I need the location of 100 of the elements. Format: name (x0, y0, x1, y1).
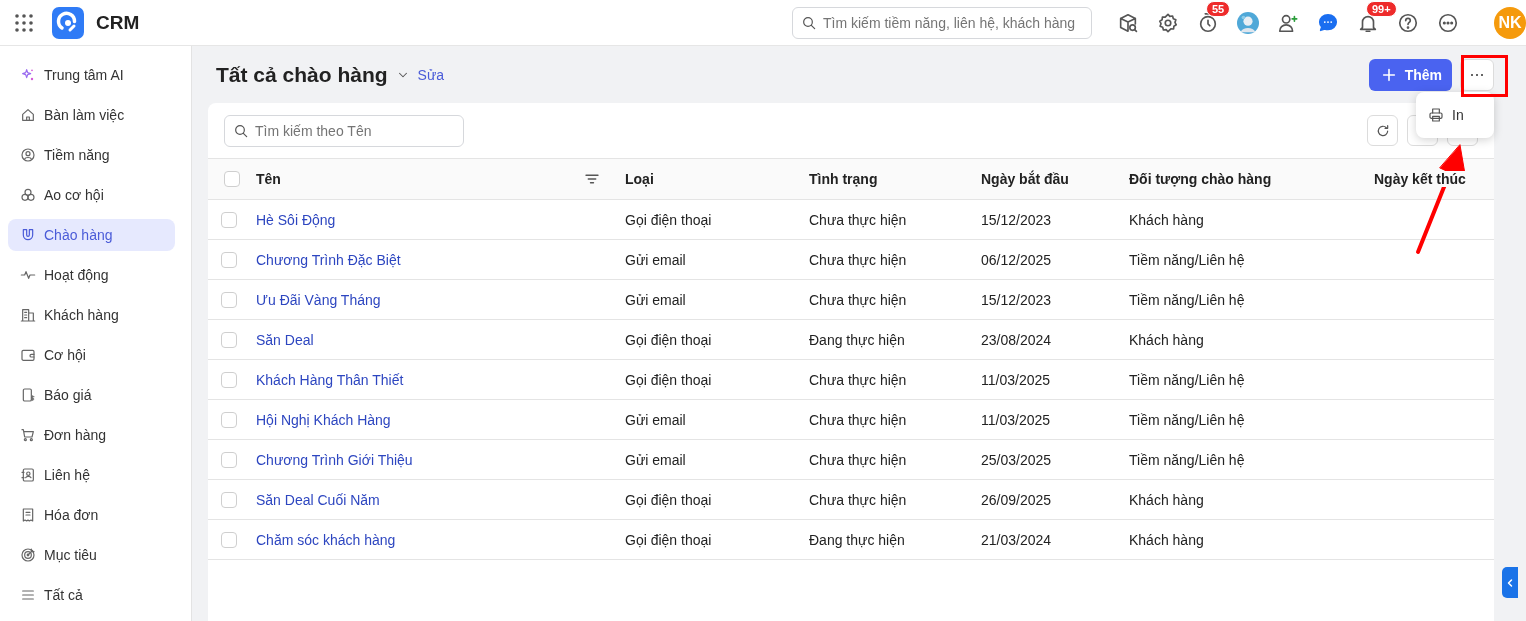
table-cell: Gửi email (625, 451, 686, 468)
sidebar-item[interactable]: Liên hệ (8, 459, 175, 491)
table-cell: Gọi điện thoại (625, 491, 712, 508)
wallet-icon (20, 347, 36, 363)
search-field[interactable]: Tìm kiếm theo Tên (224, 114, 464, 147)
sidebar-item[interactable]: Khách hàng (8, 299, 175, 331)
table-cell: Gọi điện thoại (625, 211, 712, 228)
record-link[interactable]: Ưu Đãi Vàng Tháng (256, 291, 381, 308)
table-cell: Khách hàng (1129, 531, 1204, 548)
sidebar-item[interactable]: Ao cơ hội (8, 179, 175, 211)
row-checkbox[interactable] (221, 331, 237, 348)
table-cell: Tiềm năng/Liên hệ (1129, 371, 1245, 388)
add-button[interactable]: Thêm (1368, 58, 1452, 91)
table-cell: Gửi email (625, 291, 686, 308)
table-cell: Chưa thực hiện (809, 211, 907, 228)
row-checkbox[interactable] (221, 491, 237, 508)
sparkle-icon (20, 67, 36, 83)
row-checkbox[interactable] (221, 251, 237, 268)
table-cell: Đang thực hiện (809, 531, 905, 548)
table-cell: 15/12/2023 (981, 211, 1052, 228)
phone-dollar-icon (20, 387, 36, 403)
table-cell: Tiềm năng/Liên hệ (1129, 251, 1245, 268)
table-cell: Gửi email (625, 251, 686, 268)
record-link[interactable]: Chương Trình Giới Thiệu (256, 451, 413, 468)
record-link[interactable]: Hè Sôi Động (256, 211, 336, 228)
plus-icon (1380, 66, 1397, 83)
more-button[interactable] (1460, 58, 1494, 91)
record-link[interactable]: Săn Deal (256, 331, 314, 348)
sidebar-item[interactable]: Hoạt động (8, 259, 175, 291)
sidebar-item[interactable]: Mục tiêu (8, 539, 175, 571)
record-link[interactable]: Săn Deal Cuối Năm (256, 491, 380, 508)
target-icon (20, 547, 36, 563)
record-link[interactable]: Khách Hàng Thân Thiết (256, 371, 404, 388)
table-cell: Khách hàng (1129, 331, 1204, 348)
chat-icon[interactable] (1317, 11, 1339, 34)
table-cell: Khách hàng (1129, 211, 1204, 228)
magnet-icon (20, 227, 36, 243)
search-field[interactable]: Tìm kiếm tiềm năng, liên hệ, khách hàng (792, 6, 1092, 39)
table-cell: Chưa thực hiện (809, 411, 907, 428)
sidebar-item[interactable]: Chào hàng (8, 219, 175, 251)
table-cell: Tiềm năng/Liên hệ (1129, 411, 1245, 428)
row-checkbox[interactable] (221, 291, 237, 308)
sidebar-item[interactable]: Tất cả (8, 579, 175, 611)
home-icon (20, 107, 36, 123)
sidebar-item[interactable]: Bàn làm việc (8, 99, 175, 131)
notification-badge: 99+ (1366, 0, 1397, 17)
panel-toggle[interactable] (1502, 567, 1518, 598)
record-link[interactable]: Chương Trình Đặc Biệt (256, 251, 401, 268)
table-cell: Đang thực hiện (809, 331, 905, 348)
refresh-button[interactable] (1367, 115, 1398, 146)
row-checkbox[interactable] (221, 411, 237, 428)
table-cell: Tiềm năng/Liên hệ (1129, 291, 1245, 308)
menu-icon (20, 587, 36, 603)
crm-logo-icon (52, 6, 84, 39)
page-title: Tất cả chào hàng (216, 62, 388, 87)
table-cell: 11/03/2025 (981, 411, 1051, 428)
more-icon[interactable] (1437, 11, 1459, 34)
table-cell: 06/12/2025 (981, 251, 1052, 268)
menu-item[interactable]: In (1428, 107, 1464, 123)
contact-book-icon (20, 467, 36, 483)
cart-icon (20, 427, 36, 443)
sidebar-item[interactable]: Hóa đơn (8, 499, 175, 531)
row-checkbox[interactable] (221, 211, 237, 228)
row-checkbox[interactable] (221, 451, 237, 468)
table-cell: Gọi điện thoại (625, 531, 712, 548)
building-icon (20, 307, 36, 323)
record-link[interactable]: Chăm sóc khách hàng (256, 531, 396, 548)
sidebar-item[interactable]: Đơn hàng (8, 419, 175, 451)
record-link[interactable]: Hội Nghị Khách Hàng (256, 411, 391, 428)
settings-icon[interactable] (1157, 11, 1179, 34)
table-cell: 15/12/2023 (981, 291, 1052, 308)
table-cell: 11/03/2025 (981, 371, 1051, 388)
sidebar-item[interactable]: Trung tâm AI (8, 59, 175, 91)
table-cell: Chưa thực hiện (809, 371, 907, 388)
cube-search-icon[interactable] (1117, 11, 1139, 34)
help-icon[interactable] (1397, 11, 1419, 34)
notification-badge: 55 (1206, 0, 1231, 17)
receipt-icon (20, 507, 36, 523)
table-cell: Gọi điện thoại (625, 331, 712, 348)
sidebar-item[interactable]: Cơ hội (8, 339, 175, 371)
circles-icon (20, 187, 36, 203)
select-all-checkbox[interactable] (224, 171, 240, 187)
column-header: Tên (256, 171, 281, 187)
table-cell: 25/03/2025 (981, 451, 1052, 468)
sidebar-item[interactable]: Báo giá (8, 379, 175, 411)
table-cell: 23/08/2024 (981, 331, 1052, 348)
table-cell: 21/03/2024 (981, 531, 1052, 548)
timer-icon[interactable] (1197, 11, 1219, 34)
table-cell: Khách hàng (1129, 491, 1204, 508)
table-cell: Gọi điện thoại (625, 371, 712, 388)
app-name: CRM (96, 11, 140, 34)
table-cell: Chưa thực hiện (809, 291, 907, 308)
row-checkbox[interactable] (221, 371, 237, 388)
table-cell: Tiềm năng/Liên hệ (1129, 451, 1245, 468)
table-cell: Chưa thực hiện (809, 251, 907, 268)
row-checkbox[interactable] (221, 531, 237, 548)
table-cell: Gửi email (625, 411, 686, 428)
sidebar-item[interactable]: Tiềm năng (8, 139, 175, 171)
edit-link[interactable]: Sửa (417, 66, 445, 83)
table-cell: Chưa thực hiện (809, 451, 907, 468)
